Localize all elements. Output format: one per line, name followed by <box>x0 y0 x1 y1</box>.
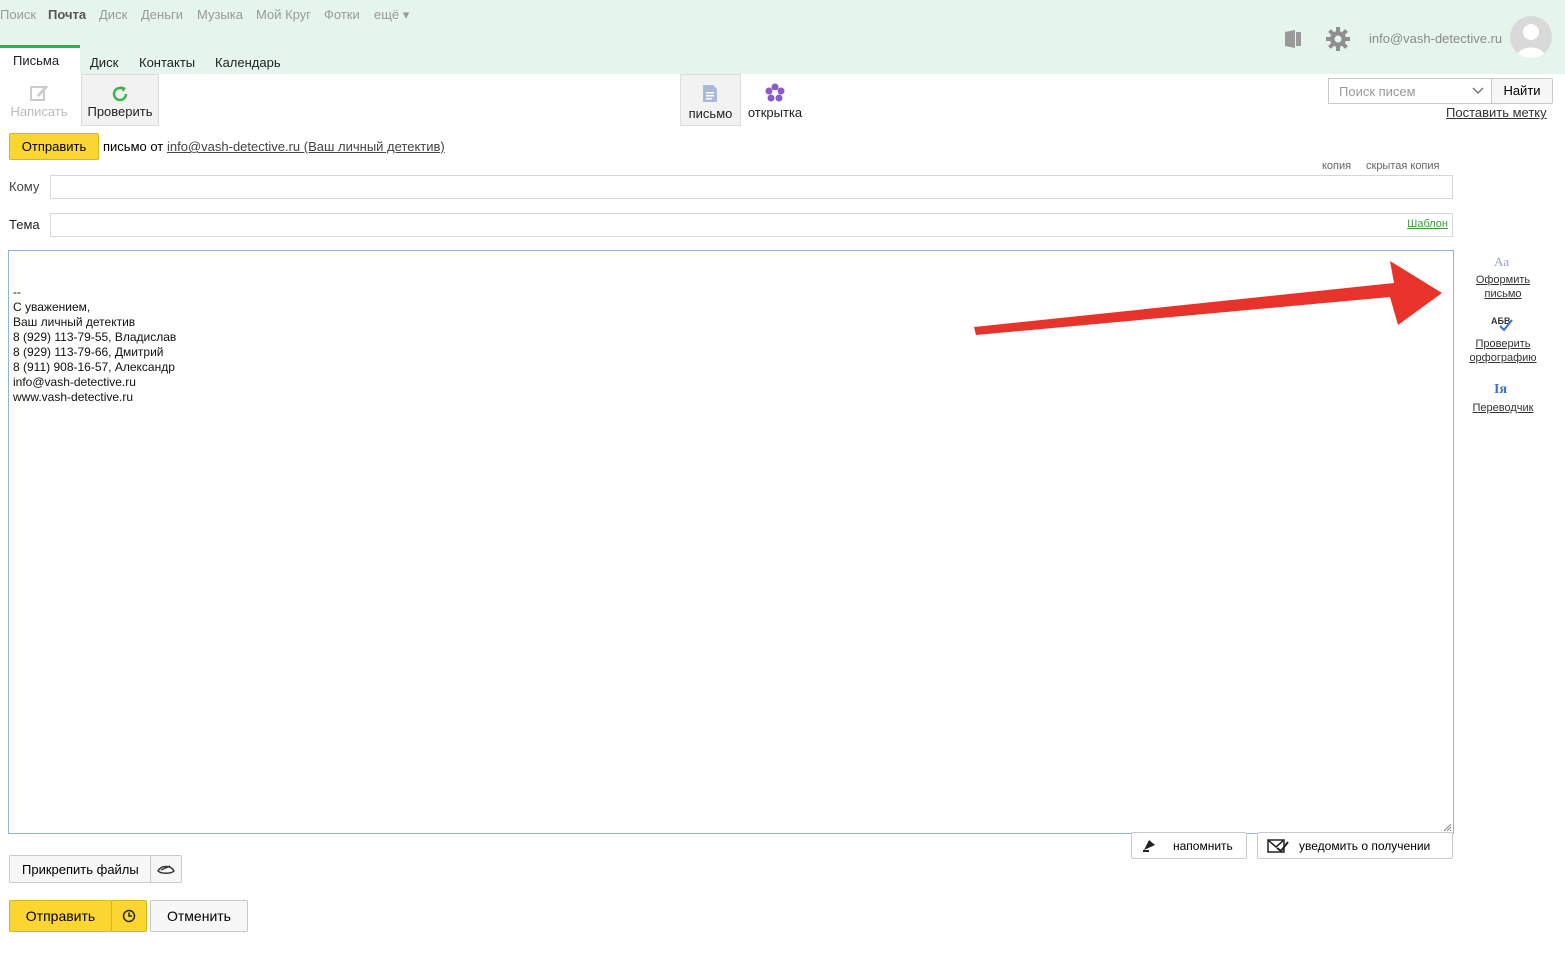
themes-icon[interactable] <box>1282 29 1304 49</box>
subject-field[interactable]: Шаблон <box>50 213 1453 237</box>
signature-line: 8 (911) 908-16-57, Александр <box>13 360 175 374</box>
postcard-mode-button[interactable]: открытка <box>744 78 806 124</box>
tab-disk[interactable]: Диск <box>90 55 118 70</box>
write-button-label: Написать <box>10 104 68 119</box>
service-music[interactable]: Музыка <box>197 7 243 22</box>
disk-attach-icon[interactable] <box>157 862 175 876</box>
signature-line: -- <box>13 285 21 299</box>
service-more[interactable]: ещё ▾ <box>374 7 409 23</box>
send-button-top[interactable]: Отправить <box>9 133 99 160</box>
tab-contacts[interactable]: Контакты <box>139 55 195 70</box>
chevron-down-icon[interactable] <box>1472 87 1484 95</box>
clock-icon <box>122 909 136 923</box>
from-prefix: письмо от <box>103 139 164 154</box>
resize-handle[interactable] <box>1443 823 1452 832</box>
check-mail-button[interactable]: Проверить <box>81 74 159 126</box>
notify-button[interactable]: уведомить о получении <box>1257 832 1453 859</box>
format-icon: Aa <box>1494 254 1510 269</box>
compose-icon <box>30 85 48 101</box>
avatar[interactable] <box>1510 16 1552 58</box>
letter-mode-button[interactable]: письмо <box>680 74 741 126</box>
spellcheck-link-l2: орфографию <box>1469 352 1537 364</box>
envelope-check-icon <box>1267 839 1289 853</box>
signature-line: www.vash-detective.ru <box>13 390 134 404</box>
bcc-link[interactable]: скрытая копия <box>1366 160 1440 172</box>
spellcheck-tool[interactable]: АБВ Проверить орфографию <box>1466 316 1540 366</box>
format-letter-tool[interactable]: Aa Оформить письмо <box>1466 254 1540 300</box>
service-money[interactable]: Деньги <box>141 7 183 22</box>
red-arrow-annotation <box>974 261 1442 335</box>
to-label: Кому <box>9 179 40 194</box>
remind-label: напомнить <box>1173 839 1233 853</box>
search-placeholder: Поиск писем <box>1339 84 1416 99</box>
format-letter-link-l2: письмо <box>1484 288 1522 300</box>
from-address-select[interactable]: info@vash-detective.ru (Ваш личный детек… <box>167 139 445 154</box>
signature-line: info@vash-detective.ru <box>13 375 136 389</box>
service-photos[interactable]: Фотки <box>324 7 360 22</box>
signature-block: -- С уважением, Ваш личный детектив 8 (9… <box>13 285 176 405</box>
checkmark-icon <box>1499 319 1513 332</box>
check-button-label: Проверить <box>87 104 153 119</box>
template-link[interactable]: Шаблон <box>1407 218 1448 230</box>
cancel-button[interactable]: Отменить <box>150 900 248 932</box>
send-button-bottom[interactable]: Отправить <box>9 900 112 932</box>
cc-link[interactable]: копия <box>1322 160 1351 172</box>
service-search[interactable]: Поиск <box>0 7 36 22</box>
letter-mode-label: письмо <box>688 106 733 121</box>
attach-files-button[interactable]: Прикрепить файлы <box>9 855 182 883</box>
translator-tool[interactable]: Iя Переводчик <box>1466 382 1540 416</box>
subject-label: Тема <box>9 217 40 232</box>
to-field[interactable] <box>50 175 1453 199</box>
format-letter-link-l1: Оформить <box>1475 274 1531 286</box>
service-disk[interactable]: Диск <box>99 7 127 22</box>
postcard-mode-label: открытка <box>747 105 803 120</box>
translator-link: Переводчик <box>1472 402 1534 414</box>
user-email[interactable]: info@vash-detective.ru <box>1369 31 1502 46</box>
signature-line: 8 (929) 113-79-55, Владислав <box>13 330 177 344</box>
set-label-link[interactable]: Поставить метку <box>1446 105 1547 120</box>
service-mail[interactable]: Почта <box>48 7 86 22</box>
search-button[interactable]: Найти <box>1491 78 1553 104</box>
write-button[interactable]: Написать <box>0 78 78 124</box>
refresh-icon <box>112 86 128 102</box>
search-input[interactable]: Поиск писем <box>1328 78 1492 104</box>
signature-line: С уважением, <box>13 300 91 314</box>
remind-button[interactable]: напомнить <box>1131 832 1247 859</box>
bell-icon <box>1143 840 1155 852</box>
spellcheck-link-l1: Проверить <box>1475 338 1531 350</box>
flower-icon <box>765 83 785 102</box>
document-icon <box>703 85 717 102</box>
delayed-send-button[interactable] <box>111 900 147 932</box>
service-moikrug[interactable]: Мой Круг <box>256 7 311 22</box>
tab-calendar[interactable]: Календарь <box>215 55 281 70</box>
gear-icon[interactable] <box>1326 27 1350 51</box>
divider <box>150 856 151 882</box>
signature-line: Ваш личный детектив <box>13 315 136 329</box>
tab-letters[interactable]: Письма <box>13 53 59 68</box>
notify-label: уведомить о получении <box>1299 839 1431 853</box>
translator-icon: Iя <box>1494 382 1508 397</box>
signature-line: 8 (929) 113-79-66, Дмитрий <box>13 345 164 359</box>
attach-files-label: Прикрепить файлы <box>22 862 139 877</box>
